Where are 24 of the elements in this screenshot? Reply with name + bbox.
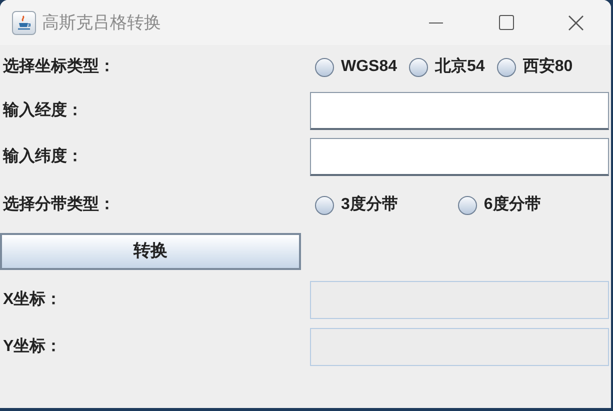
radio-button[interactable] xyxy=(409,58,428,76)
radio-button[interactable] xyxy=(458,196,477,214)
maximize-icon xyxy=(498,15,514,30)
coffee-cup-icon xyxy=(12,10,36,34)
radio-label: 西安80 xyxy=(522,56,573,77)
radio-label: 3度分带 xyxy=(341,194,398,215)
radio-button[interactable] xyxy=(496,58,516,76)
radio-label: 6度分带 xyxy=(484,194,541,215)
field-label: 输入经度： xyxy=(3,102,83,119)
window-title: 高斯克吕格转换 xyxy=(42,12,161,34)
convert-button[interactable]: 转换 xyxy=(0,232,301,270)
radio-label: WGS84 xyxy=(341,57,398,77)
field-label: 输入纬度： xyxy=(3,148,83,165)
radio-button[interactable] xyxy=(315,196,334,214)
field-label: Y坐标： xyxy=(3,338,62,355)
field-label: 选择坐标类型： xyxy=(3,58,115,75)
field-label: X坐标： xyxy=(3,291,62,308)
minimize-icon xyxy=(429,22,443,24)
field-label: 选择分带类型： xyxy=(3,196,115,213)
radio-label: 北京54 xyxy=(435,56,485,77)
close-icon xyxy=(568,14,584,30)
radio-button[interactable] xyxy=(315,58,334,76)
input-field[interactable] xyxy=(310,138,609,176)
input-field[interactable] xyxy=(310,92,609,130)
